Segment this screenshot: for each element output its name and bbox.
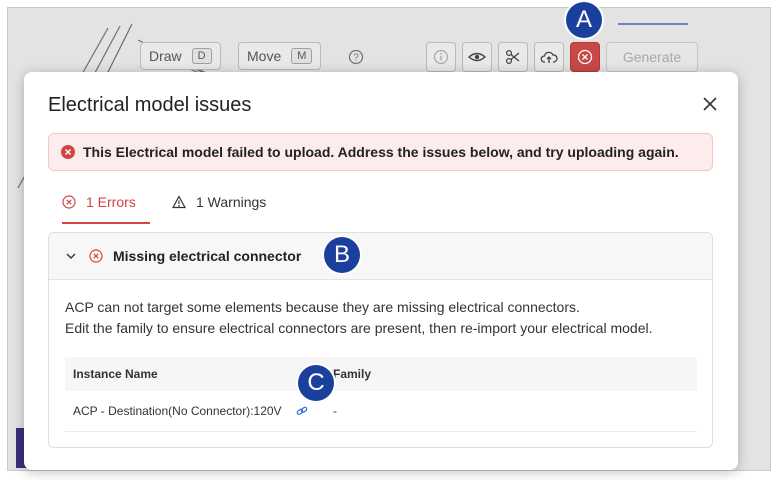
table-row: ACP - Destination(No Connector):120V -: [65, 391, 697, 432]
visibility-button[interactable]: [462, 42, 492, 72]
family-cell: -: [333, 404, 337, 418]
scissors-icon: [505, 49, 520, 65]
cut-button[interactable]: [498, 42, 528, 72]
tab-warnings[interactable]: 1 Warnings: [172, 182, 266, 222]
issues-dialog: Electrical model issues This Electrical …: [24, 72, 738, 470]
draw-shortcut: D: [191, 48, 212, 64]
column-header-family: Family: [333, 367, 372, 381]
move-button[interactable]: Move M: [238, 42, 322, 70]
callout-a: A: [566, 2, 602, 38]
error-circle-icon: [577, 49, 593, 65]
svg-text:?: ?: [353, 53, 359, 64]
close-icon[interactable]: [702, 96, 718, 112]
callout-c: C: [298, 365, 334, 401]
draw-label: Draw: [149, 48, 182, 64]
link-icon[interactable]: [296, 405, 308, 417]
info-button[interactable]: [426, 42, 456, 72]
issue-panel: Missing electrical connector ACP can not…: [48, 232, 713, 448]
info-icon: [433, 49, 449, 65]
tab-warnings-label: 1 Warnings: [196, 194, 267, 210]
draw-button[interactable]: Draw D: [140, 42, 221, 70]
error-banner: This Electrical model failed to upload. …: [48, 133, 713, 171]
chevron-down-icon[interactable]: [65, 250, 77, 262]
instance-name: ACP - Destination(No Connector):120V: [73, 404, 282, 418]
cloud-upload-icon: [540, 51, 558, 63]
upload-error-button[interactable]: [570, 42, 600, 72]
eye-icon: [468, 52, 486, 62]
issue-description: ACP can not target some elements because…: [65, 297, 653, 339]
callout-b: B: [324, 237, 360, 273]
move-shortcut: M: [291, 48, 313, 64]
tab-errors[interactable]: 1 Errors: [62, 182, 150, 224]
issue-header[interactable]: Missing electrical connector: [49, 233, 712, 280]
error-circle-icon: [89, 249, 103, 263]
instances-table: Instance Name Family ACP - Destination(N…: [65, 357, 697, 432]
error-circle-icon: [61, 145, 75, 159]
issue-title: Missing electrical connector: [113, 248, 302, 264]
instance-name-cell: ACP - Destination(No Connector):120V: [65, 404, 333, 418]
warning-triangle-icon: [172, 195, 186, 209]
move-label: Move: [247, 48, 282, 64]
help-icon[interactable]: ?: [348, 49, 364, 65]
issue-tabs: 1 Errors 1 Warnings: [48, 182, 713, 224]
banner-message: This Electrical model failed to upload. …: [83, 144, 679, 160]
error-circle-icon: [62, 195, 76, 209]
description-line: Edit the family to ensure electrical con…: [65, 320, 653, 336]
generate-button[interactable]: Generate: [606, 42, 698, 72]
tab-errors-label: 1 Errors: [86, 194, 136, 210]
table-header: Instance Name Family: [65, 357, 697, 391]
column-header-instance: Instance Name: [73, 367, 158, 381]
dialog-title: Electrical model issues: [48, 94, 252, 116]
description-line: ACP can not target some elements because…: [65, 299, 580, 315]
upload-button[interactable]: [534, 42, 564, 72]
